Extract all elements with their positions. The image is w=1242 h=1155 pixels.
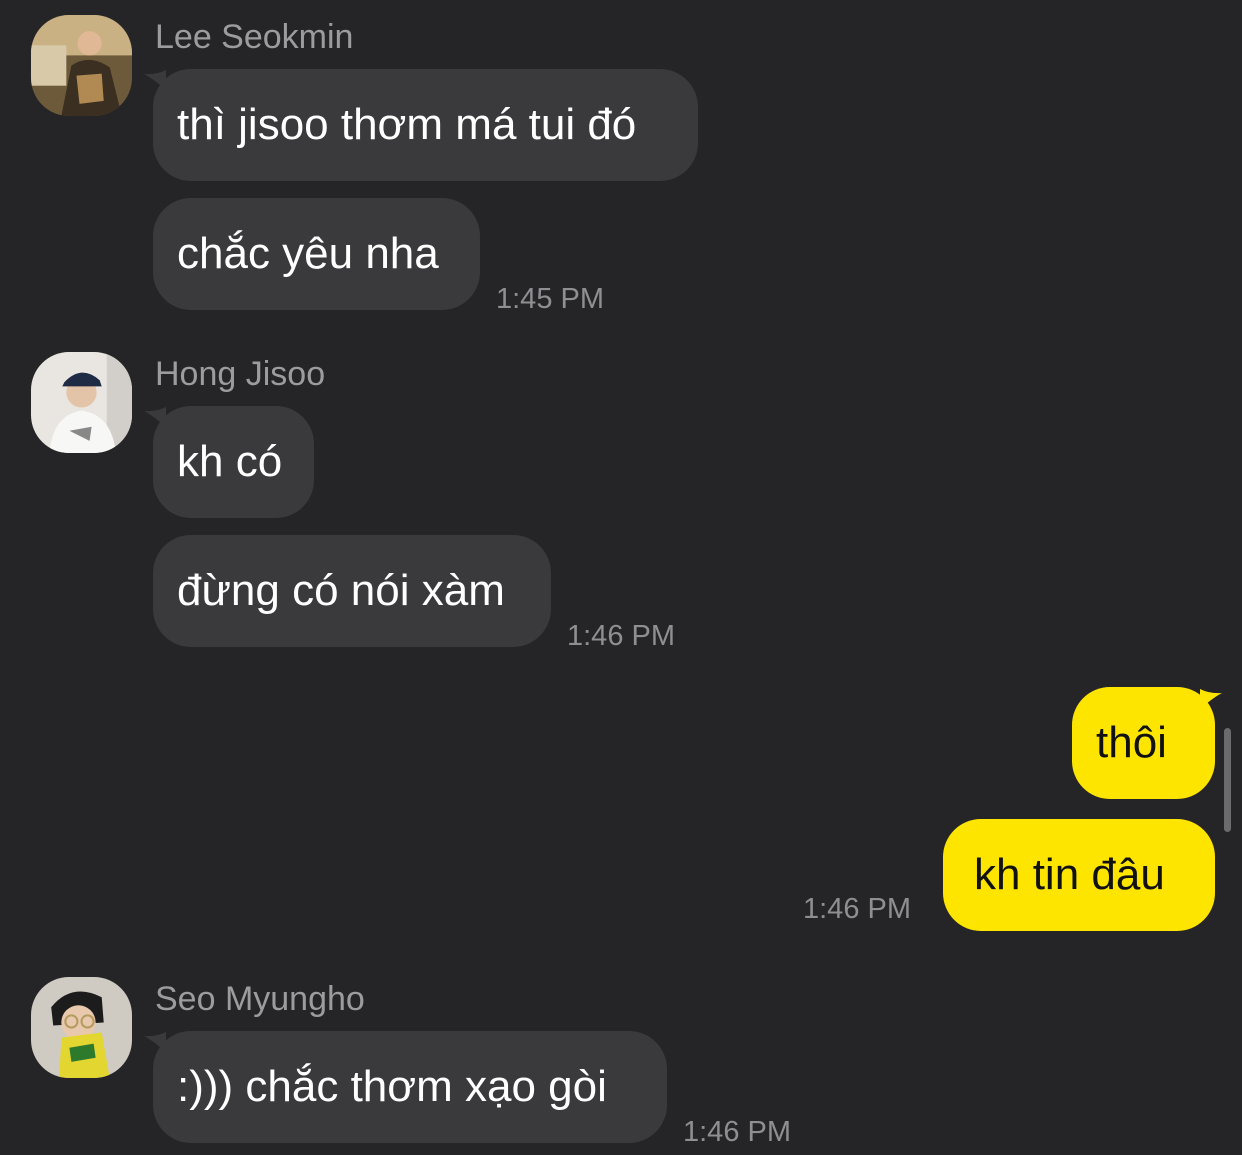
message-bubble-outgoing[interactable]: thôi xyxy=(1072,687,1215,799)
scrollbar[interactable] xyxy=(1224,728,1231,832)
profile-photo-icon xyxy=(31,977,132,1078)
message-timestamp: 1:46 PM xyxy=(683,1116,791,1148)
profile-photo-icon xyxy=(31,15,132,116)
message-timestamp: 1:45 PM xyxy=(496,283,604,315)
message-bubble[interactable]: thì jisoo thơm má tui đó xyxy=(153,69,698,181)
message-bubble-outgoing[interactable]: kh tin đâu xyxy=(943,819,1215,931)
message-bubble[interactable]: đừng có nói xàm xyxy=(153,535,551,647)
message-bubble[interactable]: kh có xyxy=(153,406,314,518)
message-bubble[interactable]: chắc yêu nha xyxy=(153,198,480,310)
profile-photo-icon xyxy=(31,352,132,453)
message-timestamp: 1:46 PM xyxy=(567,620,675,652)
avatar-lee-seokmin[interactable] xyxy=(31,15,132,116)
message-bubble[interactable]: :))) chắc thơm xạo gòi xyxy=(153,1031,667,1143)
sender-name: Lee Seokmin xyxy=(155,18,354,56)
sender-name: Seo Myungho xyxy=(155,980,365,1018)
sender-name: Hong Jisoo xyxy=(155,355,326,393)
avatar-hong-jisoo[interactable] xyxy=(31,352,132,453)
message-timestamp: 1:46 PM xyxy=(803,893,911,925)
avatar-seo-myungho[interactable] xyxy=(31,977,132,1078)
